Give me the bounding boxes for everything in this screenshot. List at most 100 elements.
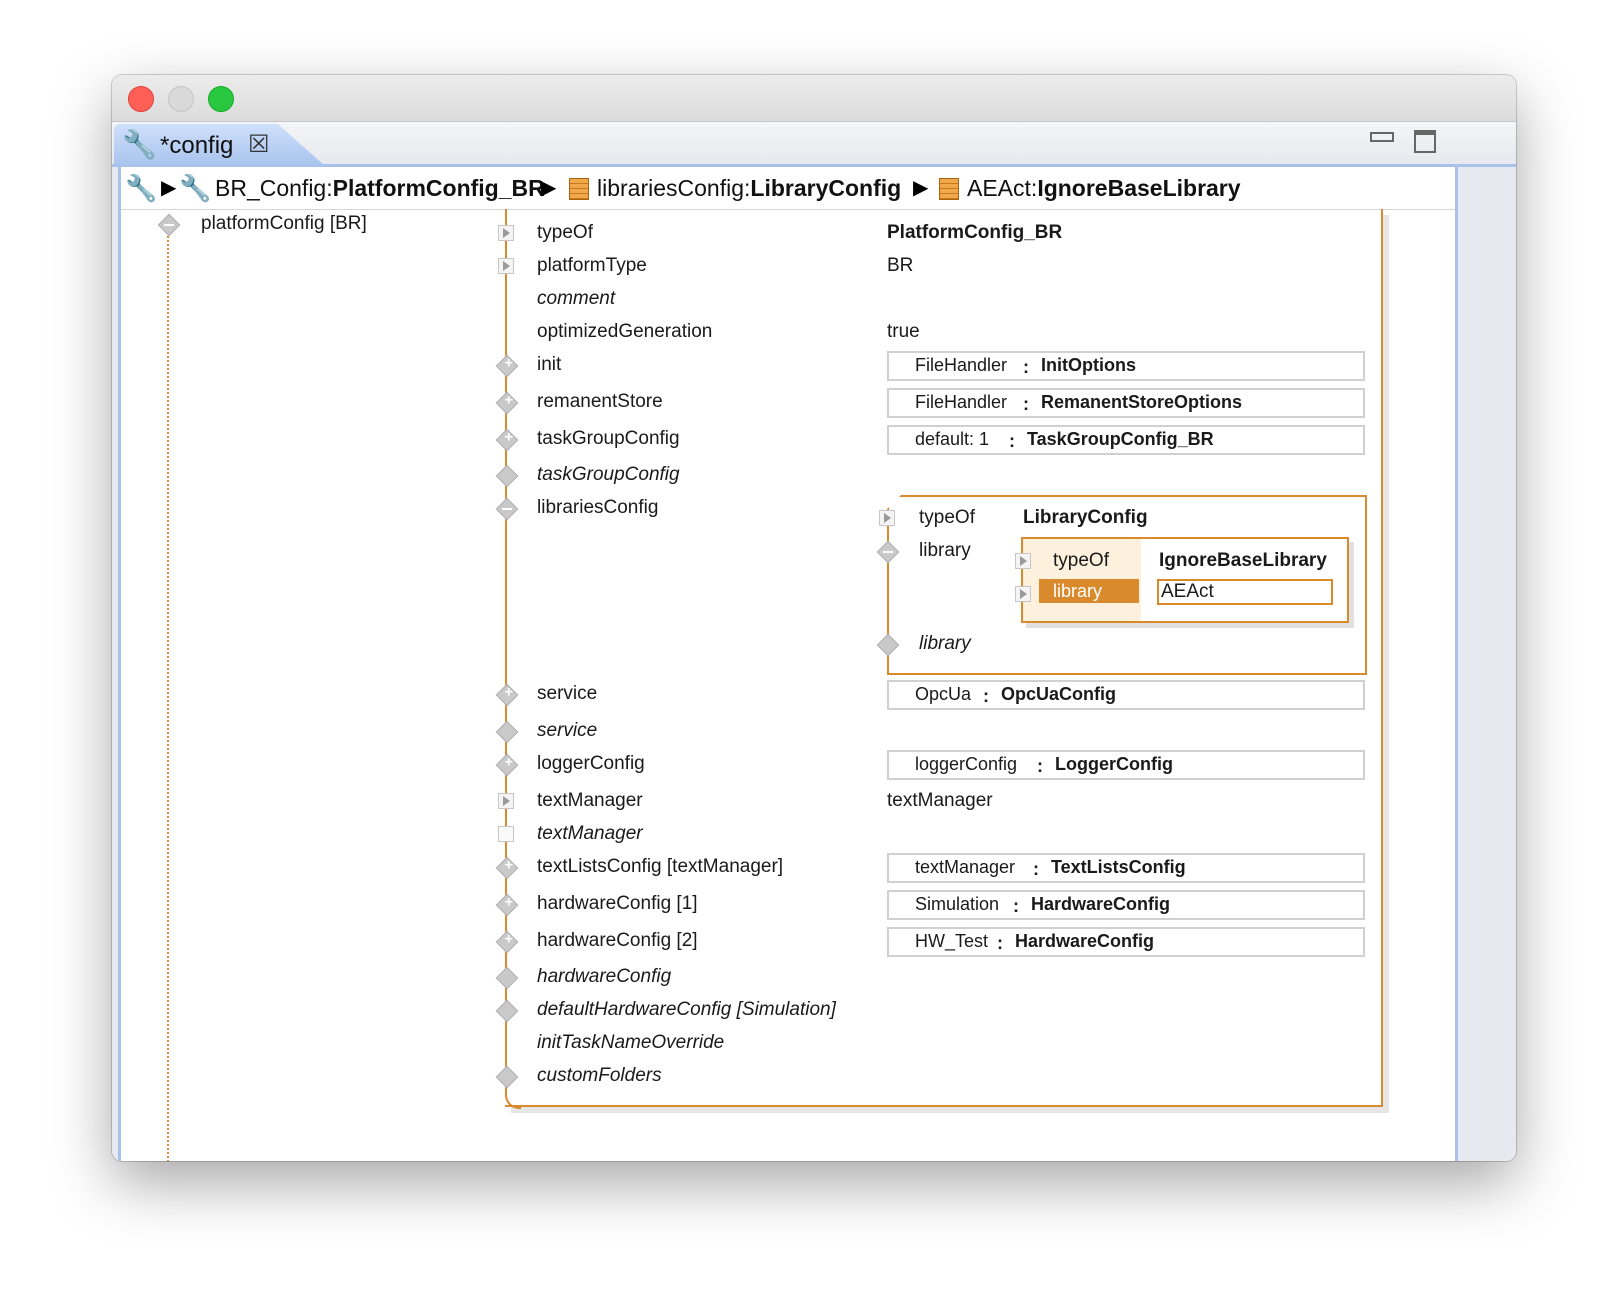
editor-tab-strip: 🔧 *config ☒: [112, 122, 1516, 167]
property-label-customfolders[interactable]: customFolders: [537, 1065, 662, 1087]
reference-name: OpcUa: [915, 684, 972, 704]
breadcrumb-item-type: LibraryConfig: [750, 175, 902, 201]
libraries-connector: [505, 519, 507, 689]
breadcrumb-item-type: IgnoreBaseLibrary: [1037, 175, 1241, 201]
reference-name: textManager: [915, 857, 1016, 877]
library-typeof-label: typeOf: [919, 507, 975, 528]
inner-library-label-selected[interactable]: library: [1039, 579, 1139, 603]
property-label-hardwareconfig-1: hardwareConfig [1]: [537, 893, 698, 914]
library-connector: [887, 554, 889, 642]
property-label-textmanager: textManager: [537, 790, 643, 811]
maximize-icon[interactable]: [1414, 130, 1436, 153]
property-label-init: init: [537, 354, 562, 375]
reference-colon: :: [1033, 859, 1039, 879]
property-label-textmanager-new[interactable]: textManager: [537, 823, 643, 845]
application-window: 🔧 *config ☒ 🔧 ▶ 🔧 BR_Config:PlatformConf…: [112, 75, 1516, 1161]
breadcrumb-item-name: librariesConfig:: [597, 175, 751, 201]
wrench-icon: 🔧: [179, 173, 212, 203]
property-value-textmanager[interactable]: textManager: [887, 790, 993, 812]
close-icon[interactable]: ☒: [248, 130, 270, 159]
expand-arrow-icon[interactable]: [879, 510, 895, 526]
chevron-right-icon: ▶: [541, 177, 557, 199]
breadcrumb-item-type: PlatformConfig_BR: [332, 175, 545, 201]
library-new-label[interactable]: library: [919, 633, 971, 655]
library-typeof-value[interactable]: LibraryConfig: [1023, 507, 1148, 529]
reference-colon: :: [1023, 357, 1029, 377]
expand-arrow-icon[interactable]: [1015, 586, 1031, 602]
inner-typeof-label: typeOf: [1053, 550, 1109, 571]
property-label-typeof: typeOf: [537, 222, 593, 243]
property-label-hardwareconfig-2: hardwareConfig [2]: [537, 930, 698, 951]
reference-hardwareconfig-1[interactable]: Simulation : HardwareConfig: [887, 890, 1365, 920]
reference-loggerconfig[interactable]: loggerConfig : LoggerConfig: [887, 750, 1365, 780]
reference-colon: :: [1009, 431, 1015, 451]
class-box-icon: [939, 178, 959, 200]
reference-colon: :: [983, 686, 989, 706]
editor-frame: 🔧 *config ☒ 🔧 ▶ 🔧 BR_Config:PlatformConf…: [112, 122, 1516, 1161]
reference-service[interactable]: OpcUa : OpcUaConfig: [887, 680, 1365, 710]
property-label-service: service: [537, 683, 598, 704]
property-label-optimizedgeneration: optimizedGeneration: [537, 321, 713, 342]
property-label-remanentstore: remanentStore: [537, 391, 663, 412]
property-label-hardwareconfig-new[interactable]: hardwareConfig: [537, 966, 671, 988]
property-label-taskgroupconfig-new[interactable]: taskGroupConfig: [537, 464, 680, 486]
breadcrumb-item-libraries-config[interactable]: librariesConfig:LibraryConfig: [597, 167, 901, 209]
property-value-typeof[interactable]: PlatformConfig_BR: [887, 222, 1062, 244]
reference-name: loggerConfig: [915, 754, 1018, 774]
expand-arrow-icon[interactable]: [498, 225, 514, 241]
property-label-librariesconfig: librariesConfig: [537, 497, 659, 518]
property-value-platformtype[interactable]: BR: [887, 255, 913, 277]
class-box-icon: [569, 178, 589, 200]
expand-arrow-icon[interactable]: [498, 258, 514, 274]
breadcrumb-item-name: AEAct:: [967, 175, 1038, 201]
property-label-platformtype: platformType: [537, 255, 647, 276]
reference-name: default: 1: [915, 429, 990, 449]
reference-type: InitOptions: [1041, 355, 1136, 375]
tab-label: *config: [160, 132, 234, 159]
minimize-window-button[interactable]: [168, 86, 194, 112]
checkbox-icon[interactable]: [498, 826, 514, 842]
reference-taskgroupconfig[interactable]: default: 1 : TaskGroupConfig_BR: [887, 425, 1365, 455]
reference-colon: :: [1037, 756, 1043, 776]
reference-name: Simulation: [915, 894, 1000, 914]
property-label-service-new[interactable]: service: [537, 720, 597, 742]
close-window-button[interactable]: [128, 86, 154, 112]
reference-type: LoggerConfig: [1055, 754, 1173, 774]
breadcrumb-item-br-config[interactable]: BR_Config:PlatformConfig_BR: [215, 167, 545, 209]
inner-typeof-value[interactable]: IgnoreBaseLibrary: [1159, 550, 1327, 572]
breadcrumb-item-aeact[interactable]: AEAct:IgnoreBaseLibrary: [967, 167, 1241, 209]
inner-library-value-input[interactable]: AEAct: [1157, 579, 1333, 605]
property-value-optimizedgeneration[interactable]: true: [887, 321, 920, 343]
reference-hardwareconfig-2[interactable]: HW_Test : HardwareConfig: [887, 927, 1365, 957]
reference-colon: :: [997, 933, 1003, 953]
title-bar: [112, 75, 1516, 122]
reference-remanentstore[interactable]: FileHandler : RemanentStoreOptions: [887, 388, 1365, 418]
wrench-icon[interactable]: 🔧: [125, 167, 157, 209]
zoom-window-button[interactable]: [208, 86, 234, 112]
property-label-defaulthardwareconfig[interactable]: defaultHardwareConfig [Simulation]: [537, 999, 836, 1021]
property-label-textlistsconfig: textListsConfig [textManager]: [537, 856, 784, 877]
expand-arrow-icon[interactable]: [498, 793, 514, 809]
reference-type: OpcUaConfig: [1001, 684, 1116, 704]
expand-arrow-icon[interactable]: [1015, 553, 1031, 569]
reference-name: FileHandler: [915, 392, 1008, 412]
reference-type: TextListsConfig: [1051, 857, 1186, 877]
reference-textlistsconfig[interactable]: textManager : TextListsConfig: [887, 853, 1365, 883]
tree-root-label[interactable]: platformConfig [BR]: [201, 213, 367, 235]
reference-name: HW_Test: [915, 931, 989, 951]
property-label-inittasknameoverride[interactable]: initTaskNameOverride: [537, 1032, 724, 1054]
minimize-icon[interactable]: [1370, 132, 1394, 142]
library-label: library: [919, 540, 971, 561]
tab-config[interactable]: 🔧 *config ☒: [114, 124, 324, 165]
reference-init[interactable]: FileHandler : InitOptions: [887, 351, 1365, 381]
breadcrumb: 🔧 ▶ 🔧 BR_Config:PlatformConfig_BR ▶ libr…: [121, 167, 1455, 210]
collapse-icon[interactable]: [157, 213, 181, 237]
property-label-taskgroupconfig: taskGroupConfig: [537, 428, 680, 449]
reference-name: FileHandler: [915, 355, 1008, 375]
breadcrumb-item-name: BR_Config:: [215, 175, 333, 201]
reference-type: HardwareConfig: [1031, 894, 1171, 914]
reference-colon: :: [1013, 896, 1019, 916]
tree-connector: [167, 229, 169, 1161]
property-label-comment[interactable]: comment: [537, 288, 615, 310]
chevron-right-icon: ▶: [161, 177, 177, 199]
